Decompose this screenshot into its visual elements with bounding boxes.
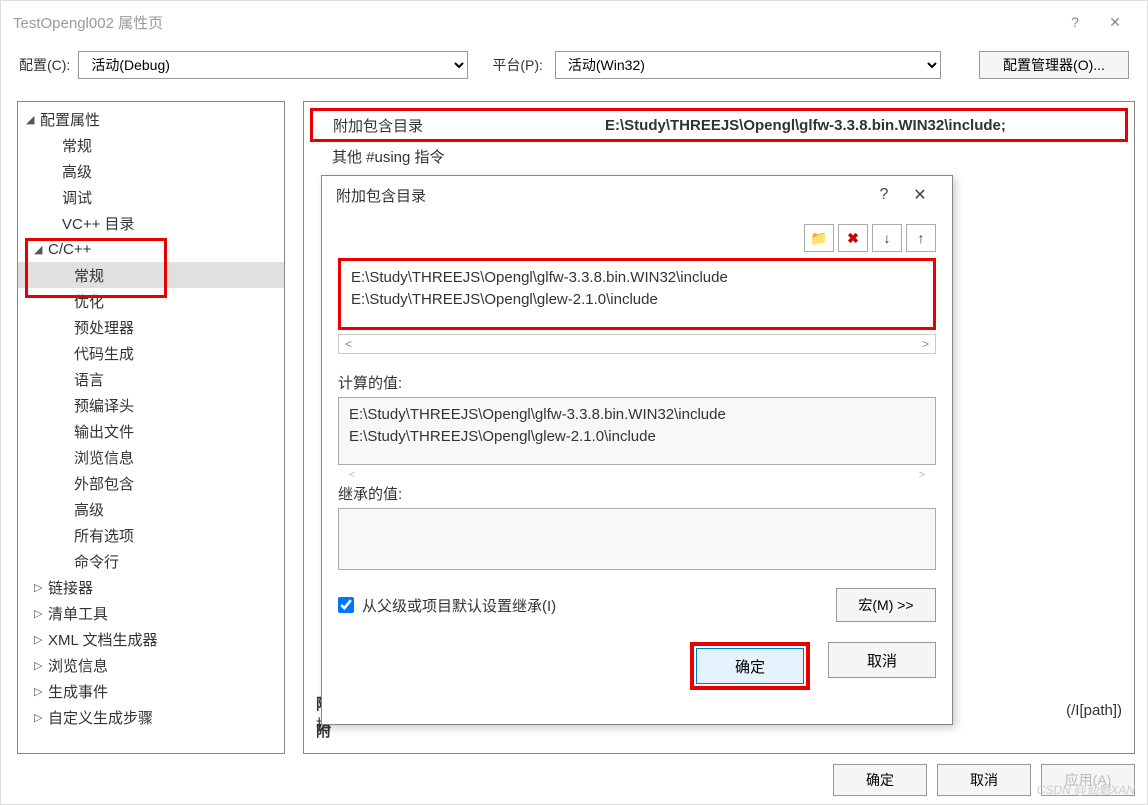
window-title: TestOpengl002 属性页 bbox=[13, 12, 1055, 33]
calculated-values-box: E:\Study\THREEJS\Opengl\glfw-3.3.8.bin.W… bbox=[338, 397, 936, 465]
dialog-titlebar: 附加包含目录 ? ✕ bbox=[322, 176, 952, 214]
watermark: CSDN @仙魁XAN bbox=[1037, 781, 1135, 798]
tree-item-advanced[interactable]: 高级 bbox=[18, 158, 284, 184]
paths-listbox[interactable]: E:\Study\THREEJS\Opengl\glfw-3.3.8.bin.W… bbox=[338, 258, 936, 330]
desc-hint: (/I[path]) bbox=[1066, 702, 1122, 719]
inherit-checkbox[interactable] bbox=[338, 597, 354, 613]
cancel-button[interactable]: 取消 bbox=[937, 764, 1031, 796]
window-controls: ? ✕ bbox=[1055, 7, 1135, 37]
scroll-left-icon[interactable]: < bbox=[345, 337, 352, 351]
tree-item-general[interactable]: 常规 bbox=[18, 132, 284, 158]
path-item[interactable]: E:\Study\THREEJS\Opengl\glew-2.1.0\inclu… bbox=[351, 289, 923, 311]
help-icon[interactable]: ? bbox=[1055, 7, 1095, 37]
inherited-values-box bbox=[338, 508, 936, 570]
config-manager-button[interactable]: 配置管理器(O)... bbox=[979, 51, 1129, 79]
dialog-help-icon[interactable]: ? bbox=[866, 186, 902, 204]
config-row: 配置(C): 活动(Debug) 平台(P): 活动(Win32) 配置管理器(… bbox=[1, 43, 1147, 87]
tree-item-cpp-pch[interactable]: 预编译头 bbox=[18, 392, 284, 418]
platform-select[interactable]: 活动(Win32) bbox=[555, 51, 941, 79]
tree-panel[interactable]: ◢配置属性 常规 高级 调试 VC++ 目录 ◢C/C++ 常规 优化 预处理器… bbox=[17, 101, 285, 754]
tree-item-cpp-cmdline[interactable]: 命令行 bbox=[18, 548, 284, 574]
prop-value-additional-include: E:\Study\THREEJS\Opengl\glfw-3.3.8.bin.W… bbox=[605, 117, 1006, 134]
calc-value: E:\Study\THREEJS\Opengl\glew-2.1.0\inclu… bbox=[349, 426, 925, 448]
config-tree: ◢配置属性 常规 高级 调试 VC++ 目录 ◢C/C++ 常规 优化 预处理器… bbox=[18, 102, 284, 734]
inherit-checkbox-wrap[interactable]: 从父级或项目默认设置继承(I) bbox=[338, 595, 556, 616]
dialog-toolbar: 📁 ✖ ↓ ↑ bbox=[338, 224, 936, 252]
titlebar: TestOpengl002 属性页 ? ✕ bbox=[1, 1, 1147, 43]
prop-row-additional-include[interactable]: 附加包含目录 E:\Study\THREEJS\Opengl\glfw-3.3.… bbox=[313, 115, 1125, 136]
tree-item-cpp-codegen[interactable]: 代码生成 bbox=[18, 340, 284, 366]
platform-label: 平台(P): bbox=[492, 55, 543, 75]
inherit-checkbox-label: 从父级或项目默认设置继承(I) bbox=[362, 595, 556, 616]
tree-item-cpp-browseinfo[interactable]: 浏览信息 bbox=[18, 444, 284, 470]
tree-item-cpp-all[interactable]: 所有选项 bbox=[18, 522, 284, 548]
inherit-row: 从父级或项目默认设置继承(I) 宏(M) >> bbox=[338, 588, 936, 622]
inherited-label: 继承的值: bbox=[338, 483, 936, 504]
additional-include-dialog: 附加包含目录 ? ✕ 📁 ✖ ↓ ↑ E:\Study\THREEJS\Open… bbox=[321, 175, 953, 725]
tree-item-browse[interactable]: ▷浏览信息 bbox=[18, 652, 284, 678]
tree-item-manifest[interactable]: ▷清单工具 bbox=[18, 600, 284, 626]
dialog-cancel-button[interactable]: 取消 bbox=[828, 642, 936, 678]
dialog-buttons: 确定 取消 bbox=[338, 642, 936, 690]
tree-item-debug[interactable]: 调试 bbox=[18, 184, 284, 210]
highlight-annotation-ok: 确定 bbox=[690, 642, 810, 690]
delete-icon[interactable]: ✖ bbox=[838, 224, 868, 252]
dialog-body: 📁 ✖ ↓ ↑ E:\Study\THREEJS\Opengl\glfw-3.3… bbox=[322, 214, 952, 700]
highlight-annotation: 附加包含目录 E:\Study\THREEJS\Opengl\glfw-3.3.… bbox=[310, 108, 1128, 142]
move-up-icon[interactable]: ↑ bbox=[906, 224, 936, 252]
config-label: 配置(C): bbox=[19, 55, 70, 75]
tree-item-linker[interactable]: ▷链接器 bbox=[18, 574, 284, 600]
prop-label-additional-include: 附加包含目录 bbox=[313, 115, 605, 136]
tree-item-cpp-preproc[interactable]: 预处理器 bbox=[18, 314, 284, 340]
prop-label-using: 其他 #using 指令 bbox=[312, 146, 604, 167]
property-page-window: TestOpengl002 属性页 ? ✕ 配置(C): 活动(Debug) 平… bbox=[0, 0, 1148, 805]
close-icon[interactable]: ✕ bbox=[1095, 7, 1135, 37]
scroll-right-icon[interactable]: > bbox=[922, 337, 929, 351]
dialog-close-icon[interactable]: ✕ bbox=[902, 185, 938, 205]
macro-button[interactable]: 宏(M) >> bbox=[836, 588, 936, 622]
tree-item-xmldoc[interactable]: ▷XML 文档生成器 bbox=[18, 626, 284, 652]
calculated-label: 计算的值: bbox=[338, 372, 936, 393]
dialog-ok-button[interactable]: 确定 bbox=[696, 648, 804, 684]
prop-row-using[interactable]: 其他 #using 指令 bbox=[312, 146, 604, 167]
calc-value: E:\Study\THREEJS\Opengl\glfw-3.3.8.bin.W… bbox=[349, 404, 925, 426]
tree-item-cpp-output[interactable]: 输出文件 bbox=[18, 418, 284, 444]
tree-item-cpp-lang[interactable]: 语言 bbox=[18, 366, 284, 392]
tree-item-cpp-advanced[interactable]: 高级 bbox=[18, 496, 284, 522]
tree-item-cpp-external[interactable]: 外部包含 bbox=[18, 470, 284, 496]
tree-item-buildevent[interactable]: ▷生成事件 bbox=[18, 678, 284, 704]
tree-item-cpp-optimize[interactable]: 优化 bbox=[18, 288, 284, 314]
ok-button[interactable]: 确定 bbox=[833, 764, 927, 796]
tree-item-cpp[interactable]: ◢C/C++ bbox=[18, 236, 284, 262]
tree-item-cpp-general[interactable]: 常规 bbox=[18, 262, 284, 288]
path-item[interactable]: E:\Study\THREEJS\Opengl\glfw-3.3.8.bin.W… bbox=[351, 267, 923, 289]
tree-root-config-props[interactable]: ◢配置属性 bbox=[18, 106, 284, 132]
move-down-icon[interactable]: ↓ bbox=[872, 224, 902, 252]
config-select[interactable]: 活动(Debug) bbox=[78, 51, 468, 79]
new-folder-icon[interactable]: 📁 bbox=[804, 224, 834, 252]
tree-item-custombuild[interactable]: ▷自定义生成步骤 bbox=[18, 704, 284, 730]
dialog-title: 附加包含目录 bbox=[336, 185, 866, 206]
h-scrollbar[interactable]: < > bbox=[338, 334, 936, 354]
tree-item-vcpp-dirs[interactable]: VC++ 目录 bbox=[18, 210, 284, 236]
